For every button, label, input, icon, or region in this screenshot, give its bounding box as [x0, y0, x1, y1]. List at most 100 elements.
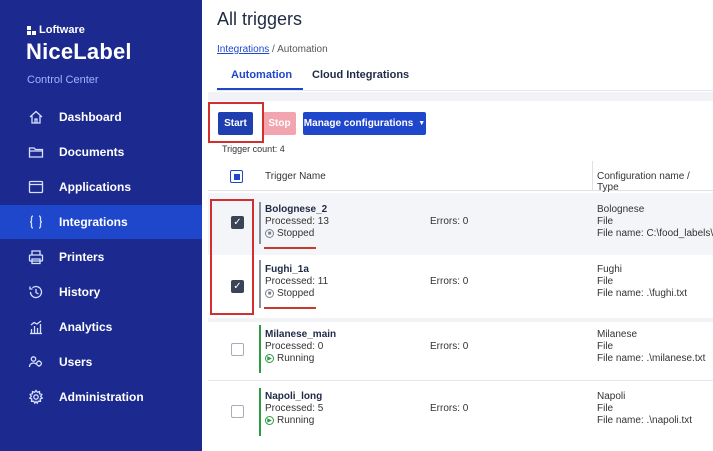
sidebar-item-label: Dashboard — [59, 110, 122, 124]
sidebar-item-printers[interactable]: Printers — [0, 240, 202, 274]
sidebar: Loftware NiceLabel Control Center Dashbo… — [0, 0, 202, 451]
logo-mark-icon — [27, 25, 36, 35]
sidebar-item-users[interactable]: Users — [0, 345, 202, 379]
tab-bar: Automation Cloud Integrations — [217, 62, 713, 92]
sidebar-item-label: Integrations — [59, 215, 128, 229]
status-text: Stopped — [277, 288, 315, 299]
company-name: Loftware — [39, 24, 85, 36]
column-header-trigger-name[interactable]: Trigger Name — [265, 171, 326, 182]
configuration-name: Bolognese — [597, 204, 645, 215]
trigger-name[interactable]: Fughi_1a — [265, 264, 309, 275]
configuration-name: Napoli — [597, 391, 626, 402]
status-bar — [259, 388, 261, 436]
sidebar-item-analytics[interactable]: Analytics — [0, 310, 202, 344]
sidebar-item-label: Analytics — [59, 320, 113, 334]
manage-configurations-button[interactable]: Manage configurations ▼ — [303, 112, 426, 135]
sidebar-item-documents[interactable]: Documents — [0, 135, 202, 169]
table-row[interactable]: ✓ Bolognese_2 Processed: 13 ■ Stopped Err… — [208, 193, 713, 255]
error-count: Errors: 0 — [430, 341, 469, 352]
stop-button[interactable]: Stop — [263, 112, 296, 135]
annotation-underline — [264, 247, 316, 249]
sidebar-item-label: Documents — [59, 145, 125, 159]
error-count: Errors: 0 — [430, 216, 469, 227]
home-icon — [26, 109, 46, 125]
sidebar-item-label: Printers — [59, 250, 105, 264]
trigger-name[interactable]: Bolognese_2 — [265, 204, 327, 215]
configuration-type: File — [597, 403, 614, 414]
sidebar-item-label: Applications — [59, 180, 132, 194]
sidebar-item-dashboard[interactable]: Dashboard — [0, 100, 202, 134]
tab-divider — [217, 90, 713, 91]
section-separator — [208, 92, 713, 101]
annotation-highlight-checkboxes — [210, 199, 254, 315]
trigger-name[interactable]: Milanese_main — [265, 329, 336, 340]
row-divider — [208, 380, 713, 381]
sidebar-item-administration[interactable]: Administration — [0, 380, 202, 414]
table-header: Trigger Name Configuration name / Type — [208, 161, 713, 193]
printer-icon — [26, 249, 46, 265]
trigger-name[interactable]: Napoli_long — [265, 391, 322, 402]
breadcrumb-link-integrations[interactable]: Integrations — [217, 44, 269, 55]
status-label: ▶ Running — [265, 415, 314, 426]
column-divider — [592, 161, 593, 191]
error-count: Errors: 0 — [430, 276, 469, 287]
product-subtitle: Control Center — [27, 74, 99, 86]
configuration-type: File — [597, 216, 614, 227]
toolbar: Start Stop Manage configurations ▼ — [208, 101, 713, 145]
configuration-file: File name: .\milanese.txt — [597, 353, 706, 364]
sidebar-item-applications[interactable]: Applications — [0, 170, 202, 204]
select-all-checkbox[interactable] — [230, 170, 243, 183]
status-text: Running — [277, 353, 315, 364]
trigger-count: Trigger count: 4 — [222, 144, 285, 154]
processed-count: Processed: 13 — [265, 216, 329, 227]
status-text: Stopped — [277, 228, 315, 239]
processed-count: Processed: 5 — [265, 403, 324, 414]
error-count: Errors: 0 — [430, 403, 469, 414]
gear-icon — [26, 389, 46, 405]
users-icon — [26, 354, 46, 370]
running-status-icon: ▶ — [265, 416, 274, 425]
table-row[interactable]: Napoli_long Processed: 5 ▶ Running Errors… — [208, 384, 713, 446]
tab-automation[interactable]: Automation — [231, 69, 292, 81]
column-header-configuration[interactable]: Configuration name / Type — [597, 171, 713, 193]
chevron-down-icon: ▼ — [418, 120, 426, 127]
history-icon — [26, 284, 46, 300]
annotation-underline — [264, 307, 316, 309]
page-title: All triggers — [217, 9, 303, 29]
breadcrumb: Integrations / Automation — [217, 44, 328, 55]
status-bar — [259, 202, 261, 244]
status-label: ■ Stopped — [265, 228, 314, 239]
breadcrumb-separator: / — [269, 44, 278, 55]
processed-count: Processed: 11 — [265, 276, 329, 287]
tab-cloud-integrations[interactable]: Cloud Integrations — [312, 69, 409, 81]
processed-count: Processed: 0 — [265, 341, 324, 352]
row-checkbox[interactable] — [231, 405, 244, 418]
company-logo: Loftware — [27, 24, 85, 36]
row-checkbox[interactable] — [231, 343, 244, 356]
sidebar-item-history[interactable]: History — [0, 275, 202, 309]
table-row[interactable]: Milanese_main Processed: 0 ▶ Running Erro… — [208, 322, 713, 384]
configuration-type: File — [597, 341, 614, 352]
folder-icon — [26, 144, 46, 160]
configuration-file: File name: C:\food_labels\A — [597, 228, 713, 239]
status-bar — [259, 260, 261, 308]
product-name: NiceLabel — [26, 39, 132, 64]
active-tab-indicator — [217, 88, 303, 90]
analytics-icon — [26, 319, 46, 335]
stopped-status-icon: ■ — [265, 229, 274, 238]
status-label: ▶ Running — [265, 353, 314, 364]
sidebar-item-label: Users — [59, 355, 93, 369]
stopped-status-icon: ■ — [265, 289, 274, 298]
configuration-name: Fughi — [597, 264, 623, 275]
sidebar-item-integrations[interactable]: Integrations — [0, 205, 202, 239]
braces-icon — [26, 214, 46, 230]
breadcrumb-current: Automation — [277, 44, 328, 55]
configuration-file: File name: .\napoli.txt — [597, 415, 693, 426]
status-bar — [259, 325, 261, 373]
annotation-highlight-start — [208, 102, 264, 143]
running-status-icon: ▶ — [265, 354, 274, 363]
configuration-file: File name: .\fughi.txt — [597, 288, 688, 299]
manage-configurations-label: Manage configurations — [303, 118, 414, 129]
status-label: ■ Stopped — [265, 288, 314, 299]
window-icon — [26, 179, 46, 195]
